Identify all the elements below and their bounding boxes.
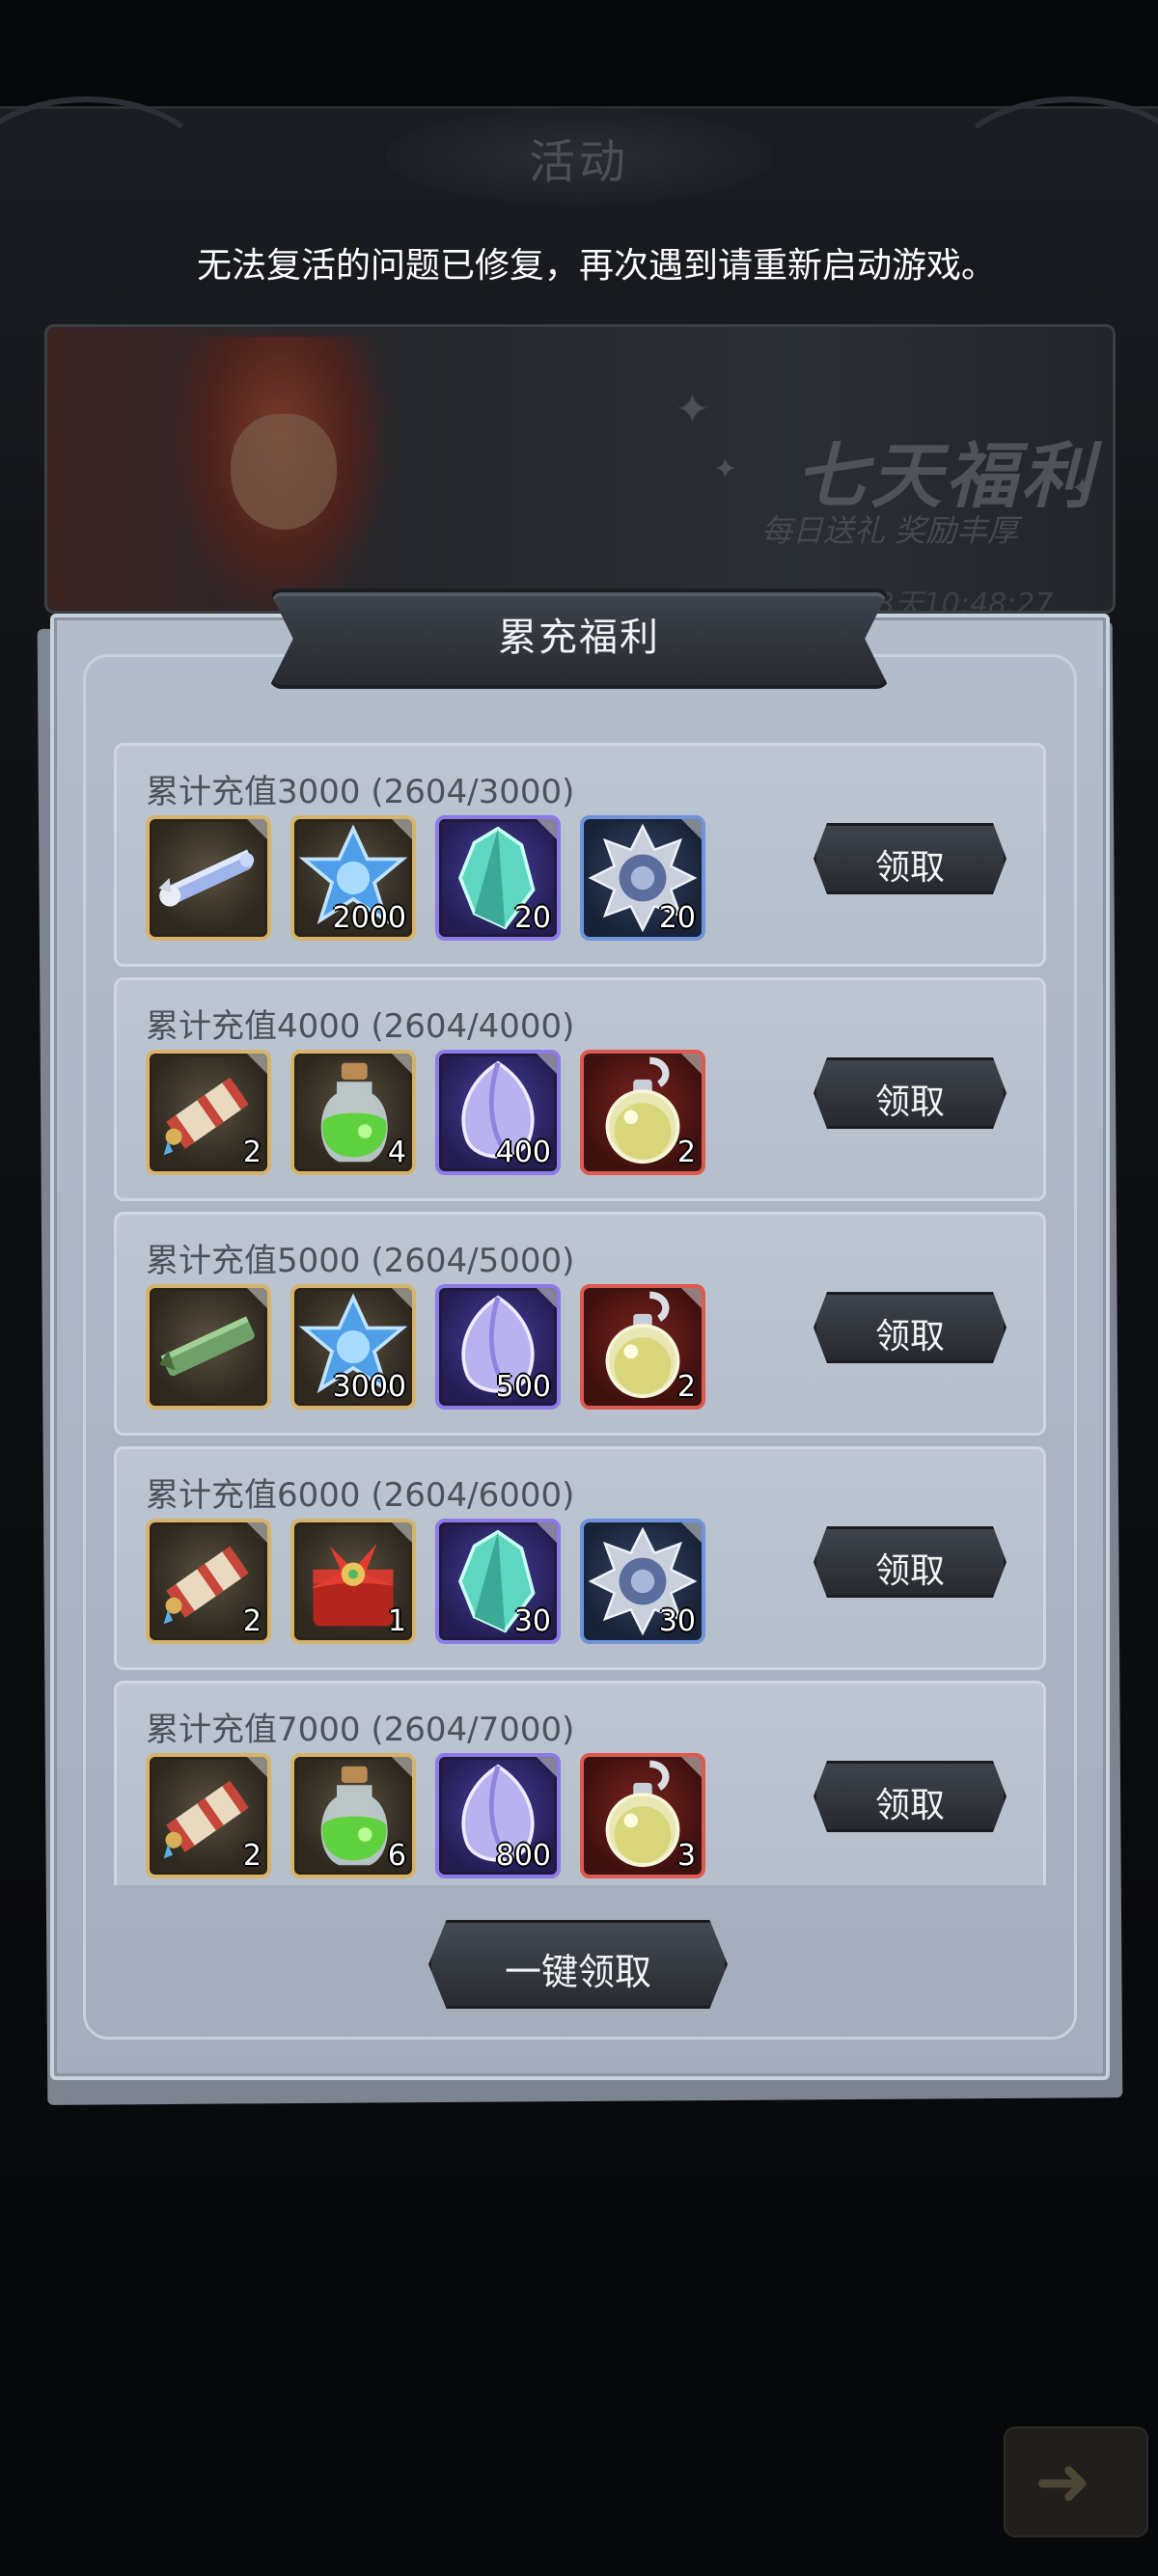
- rarity-corner-marker: [242, 1054, 267, 1079]
- claim-all-button[interactable]: 一键领取: [428, 1920, 728, 2009]
- popup-title: 累充福利: [498, 616, 660, 660]
- sparkle-icon: ✦: [713, 452, 738, 486]
- item-count: 2000: [332, 901, 406, 935]
- claim-button[interactable]: 领取: [813, 1526, 1006, 1598]
- reward-item-slot[interactable]: 4: [290, 1050, 416, 1175]
- reward-item-slot[interactable]: 2: [580, 1284, 705, 1410]
- screen-title: 活动: [528, 135, 629, 189]
- rarity-corner-marker: [676, 1054, 702, 1079]
- rarity-corner-marker: [676, 1288, 702, 1313]
- rarity-corner-marker: [676, 819, 702, 844]
- claim-button[interactable]: 领取: [813, 1057, 1006, 1129]
- system-notice: 无法复活的问题已修复，再次遇到请重新启动游戏。: [197, 246, 997, 286]
- rarity-corner-marker: [532, 1757, 557, 1782]
- rarity-corner-marker: [676, 1522, 702, 1548]
- reward-item-slot[interactable]: 2000: [290, 815, 416, 941]
- reward-list[interactable]: 累计充值3000 (2604/3000) 2000 20 20 领取 累计充值4000 (…: [114, 743, 1046, 1885]
- reward-row-title: 累计充值6000 (2604/6000): [146, 1476, 575, 1515]
- rarity-corner-marker: [676, 1757, 702, 1782]
- reward-item-slot[interactable]: 30: [580, 1519, 705, 1644]
- item-count: 800: [495, 1839, 551, 1873]
- claim-button[interactable]: 领取: [813, 1292, 1006, 1363]
- claim-all-label: 一键领取: [504, 1951, 651, 1993]
- rarity-corner-marker: [242, 1757, 267, 1782]
- reward-item-slot[interactable]: 2: [146, 1753, 271, 1878]
- item-count: 3000: [332, 1370, 406, 1404]
- reward-row: 累计充值6000 (2604/6000) 2 1 30 30 领取: [114, 1446, 1046, 1670]
- reward-item-slot[interactable]: 2: [146, 1519, 271, 1644]
- reward-item-slot[interactable]: 2: [580, 1050, 705, 1175]
- item-count: 500: [495, 1370, 551, 1404]
- reward-row: 累计充值7000 (2604/7000) 2 6 800 3 领取: [114, 1681, 1046, 1885]
- item-count: 2: [242, 1604, 262, 1638]
- claim-button[interactable]: 领取: [813, 1761, 1006, 1832]
- seven-day-banner[interactable]: ✦ ✦ ✦ 七天福利 每日送礼 奖励丰厚 倒计时 78天10:48:27: [44, 324, 1116, 614]
- item-count: 30: [513, 1604, 551, 1638]
- reward-item-slot[interactable]: 20: [580, 815, 705, 941]
- claim-button-label: 领取: [874, 1551, 945, 1591]
- rarity-corner-marker: [387, 1522, 412, 1548]
- claim-button-label: 领取: [874, 1317, 945, 1357]
- item-count: 2: [242, 1839, 262, 1873]
- item-count: 400: [495, 1136, 551, 1169]
- rarity-corner-marker: [532, 819, 557, 844]
- rarity-corner-marker: [387, 1054, 412, 1079]
- reward-item-slot[interactable]: 2: [146, 1050, 271, 1175]
- item-count: 20: [658, 901, 696, 935]
- reward-item-slot[interactable]: 3000: [290, 1284, 416, 1410]
- claim-button-label: 领取: [874, 1786, 945, 1825]
- rarity-corner-marker: [387, 1288, 412, 1313]
- item-count: 2: [676, 1136, 696, 1169]
- reward-item-slot[interactable]: 800: [435, 1753, 561, 1878]
- item-count: 30: [658, 1604, 696, 1638]
- claim-button-label: 领取: [874, 848, 945, 888]
- next-arrow-button[interactable]: ➜: [1004, 2426, 1148, 2537]
- reward-row: 累计充值4000 (2604/4000) 2 4 400 2 领取: [114, 977, 1046, 1201]
- item-count: 3: [676, 1839, 696, 1873]
- sparkle-icon: ✦: [675, 385, 710, 434]
- rarity-corner-marker: [532, 1054, 557, 1079]
- banner-subtitle: 每日送礼 奖励丰厚: [761, 512, 1019, 549]
- claim-button-label: 领取: [874, 1082, 945, 1122]
- item-count: 2: [242, 1136, 262, 1169]
- claim-button[interactable]: 领取: [813, 823, 1006, 894]
- rarity-corner-marker: [242, 1288, 267, 1313]
- reward-row-title: 累计充值4000 (2604/4000): [146, 1007, 575, 1046]
- item-count: 1: [387, 1604, 406, 1638]
- reward-item-slot[interactable]: 500: [435, 1284, 561, 1410]
- reward-item-slot[interactable]: [146, 815, 271, 941]
- rarity-corner-marker: [532, 1522, 557, 1548]
- rarity-corner-marker: [242, 1522, 267, 1548]
- reward-row-title: 累计充值5000 (2604/5000): [146, 1242, 575, 1280]
- rarity-corner-marker: [387, 819, 412, 844]
- reward-item-slot[interactable]: 30: [435, 1519, 561, 1644]
- item-count: 20: [513, 901, 551, 935]
- rarity-corner-marker: [387, 1757, 412, 1782]
- reward-row: 累计充值5000 (2604/5000) 3000 500 2 领取: [114, 1212, 1046, 1436]
- item-count: 6: [387, 1839, 406, 1873]
- character-face: [231, 414, 337, 530]
- reward-item-slot[interactable]: [146, 1284, 271, 1410]
- reward-item-slot[interactable]: 3: [580, 1753, 705, 1878]
- rarity-corner-marker: [242, 819, 267, 844]
- item-count: 4: [387, 1136, 406, 1169]
- reward-row: 累计充值3000 (2604/3000) 2000 20 20 领取: [114, 743, 1046, 967]
- item-count: 2: [676, 1370, 696, 1404]
- reward-row-title: 累计充值7000 (2604/7000): [146, 1711, 575, 1749]
- reward-item-slot[interactable]: 400: [435, 1050, 561, 1175]
- arrow-right-icon: ➜: [1034, 2442, 1091, 2521]
- reward-item-slot[interactable]: 20: [435, 815, 561, 941]
- reward-item-slot[interactable]: 1: [290, 1519, 416, 1644]
- reward-item-slot[interactable]: 6: [290, 1753, 416, 1878]
- reward-row-title: 累计充值3000 (2604/3000): [146, 773, 575, 811]
- rarity-corner-marker: [532, 1288, 557, 1313]
